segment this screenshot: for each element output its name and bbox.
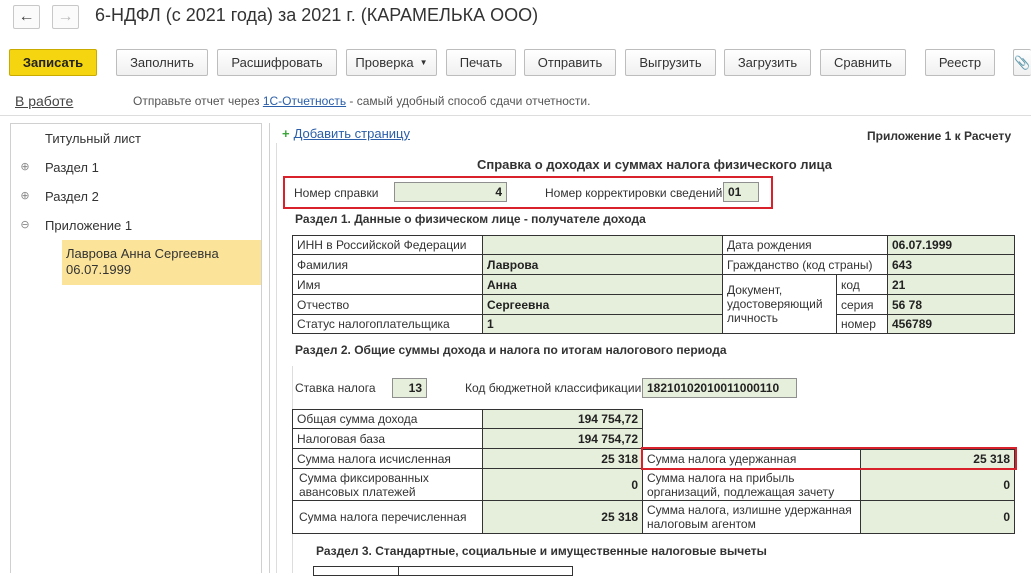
tax-rate-label: Ставка налога [295,381,376,395]
export-button[interactable]: Выгрузить [625,49,716,76]
tree-item-appendix1[interactable]: ⊖ Приложение 1 [11,211,261,240]
sections-tree: Титульный лист ⊕ Раздел 1 ⊕ Раздел 2 ⊖ П… [10,123,262,573]
profit-tax-field[interactable]: 0 [860,468,1015,501]
status-message-prefix: Отправьте отчет через [133,94,263,108]
tax-transferred-field[interactable]: 25 318 [482,500,643,534]
inn-field[interactable] [482,235,723,255]
plus-icon: + [282,126,290,141]
arrow-right-icon: → [57,8,74,25]
kbk-field[interactable]: 18210102010011000110 [642,378,797,398]
citizenship-field[interactable]: 643 [887,254,1015,275]
tree-item-section1[interactable]: ⊕ Раздел 1 [11,153,261,182]
fill-button[interactable]: Заполнить [116,49,208,76]
doc-series-field[interactable]: 56 78 [887,294,1015,315]
send-button[interactable]: Отправить [524,49,616,76]
section3-table-cell [398,566,573,576]
form-border-left [276,143,277,573]
cert-number-field[interactable]: 4 [394,182,507,202]
check-dropdown-button[interactable]: Проверка ▼ [346,49,437,76]
expand-icon[interactable]: ⊕ [19,190,31,202]
cert-number-label: Номер справки [294,186,379,200]
forward-button[interactable]: → [52,5,79,29]
print-button[interactable]: Печать [446,49,516,76]
back-button[interactable]: ← [13,5,40,29]
profit-tax-label: Сумма налога на прибыль организаций, под… [642,468,861,501]
correction-number-field[interactable]: 01 [723,182,759,202]
divider [0,115,1031,116]
correction-label: Номер корректировки сведений [545,186,723,200]
chevron-down-icon: ▼ [419,58,428,67]
fixed-advance-field[interactable]: 0 [482,468,643,501]
form-title: Справка о доходах и суммах налога физиче… [477,157,832,172]
tax-calculated-label: Сумма налога исчисленная [292,448,483,469]
patronymic-label: Отчество [292,294,483,315]
check-button-label: Проверка [355,55,414,70]
patronymic-field[interactable]: Сергеевна [482,294,723,315]
arrow-left-icon: ← [18,8,35,25]
attach-button[interactable]: 📎 [1013,49,1031,76]
surname-field[interactable]: Лаврова [482,254,723,275]
name-field[interactable]: Анна [482,274,723,295]
section2-heading: Раздел 2. Общие суммы дохода и налога по… [295,343,727,357]
highlight-box [641,447,1017,470]
surname-label: Фамилия [292,254,483,275]
kbk-label: Код бюджетной классификации [465,381,642,395]
tax-base-label: Налоговая база [292,428,483,449]
document-label: Документ, удостоверяющий личность [722,274,837,334]
status-message: Отправьте отчет через 1С-Отчетность - са… [133,94,590,108]
registry-button[interactable]: Реестр [925,49,995,76]
tax-transferred-label: Сумма налога перечисленная [292,500,483,534]
tree-item-section2[interactable]: ⊕ Раздел 2 [11,182,261,211]
status-message-suffix: - самый удобный способ сдачи отчетности. [346,94,591,108]
excess-tax-label: Сумма налога, излишне удержанная налогов… [642,500,861,534]
doc-code-field[interactable]: 21 [887,274,1015,295]
tree-item-label: Раздел 1 [45,160,99,175]
excess-tax-field[interactable]: 0 [860,500,1015,534]
doc-series-label: серия [836,294,888,315]
add-page-link[interactable]: + Добавить страницу [282,126,410,141]
doc-number-label: номер [836,314,888,334]
citizenship-label: Гражданство (код страны) [722,254,888,275]
total-income-field[interactable]: 194 754,72 [482,409,643,429]
collapse-icon[interactable]: ⊖ [19,219,31,231]
appendix-label: Приложение 1 к Расчету [867,129,1012,143]
birth-date-label: Дата рождения [722,235,888,255]
1c-reporting-link[interactable]: 1С-Отчетность [263,94,346,108]
window-title: 6-НДФЛ (с 2021 года) за 2021 г. (КАРАМЕЛ… [95,5,539,25]
section3-table-cell [313,566,399,576]
total-income-label: Общая сумма дохода [292,409,483,429]
compare-button[interactable]: Сравнить [820,49,906,76]
fixed-advance-label: Сумма фиксированных авансовых платежей [292,468,483,501]
birth-date-field[interactable]: 06.07.1999 [887,235,1015,255]
tree-item-selected-person[interactable]: Лаврова Анна Сергеевна 06.07.1999 [62,240,261,285]
paperclip-icon: 📎 [1014,54,1031,70]
doc-number-field[interactable]: 456789 [887,314,1015,334]
tax-base-field[interactable]: 194 754,72 [482,428,643,449]
section1-heading: Раздел 1. Данные о физическом лице - пол… [295,212,646,226]
add-page-label: Добавить страницу [293,126,410,141]
tree-item-label: Раздел 2 [45,189,99,204]
import-button[interactable]: Загрузить [724,49,811,76]
tax-calculated-field[interactable]: 25 318 [482,448,643,469]
save-button[interactable]: Записать [9,49,97,76]
tree-item-title-page[interactable]: Титульный лист [11,124,261,153]
tree-item-label: Титульный лист [45,131,142,146]
tax-rate-field[interactable]: 13 [392,378,427,398]
name-label: Имя [292,274,483,295]
section3-heading: Раздел 3. Стандартные, социальные и имущ… [316,544,767,558]
taxpayer-status-field[interactable]: 1 [482,314,723,334]
doc-code-label: код [836,274,888,295]
expand-icon[interactable]: ⊕ [19,161,31,173]
decode-button[interactable]: Расшифровать [217,49,337,76]
taxpayer-status-label: Статус налогоплательщика [292,314,483,334]
inn-label: ИНН в Российской Федерации [292,235,483,255]
status-state-link[interactable]: В работе [15,93,73,109]
tree-item-label: Приложение 1 [45,218,133,233]
